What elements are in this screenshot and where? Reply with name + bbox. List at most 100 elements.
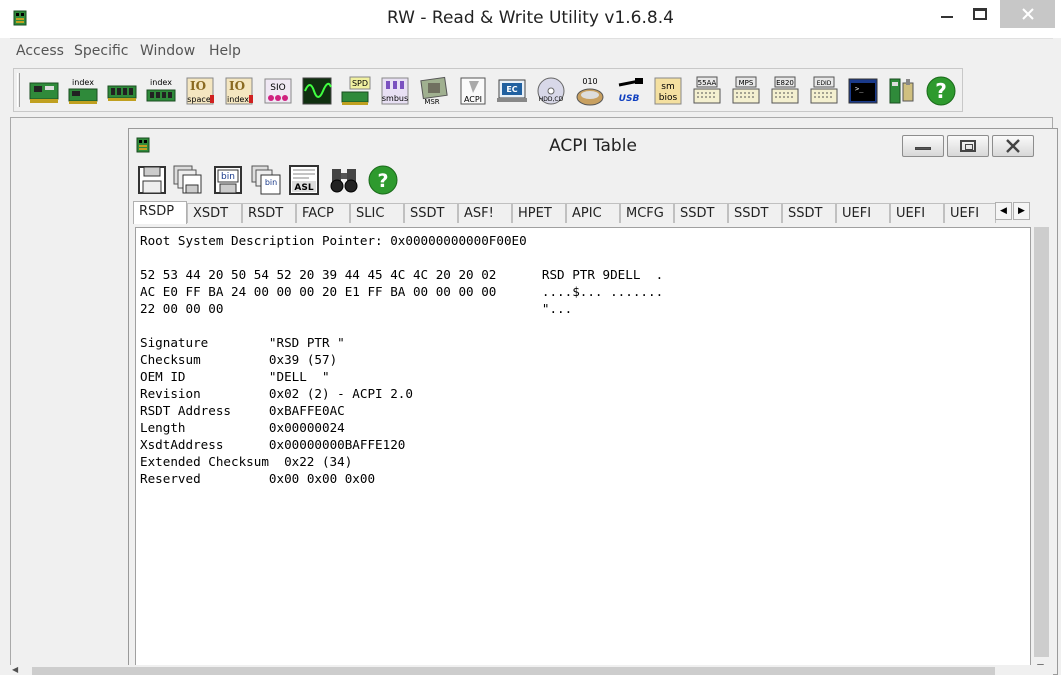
help-button[interactable]: ?	[368, 165, 398, 195]
save-icon[interactable]	[137, 165, 167, 195]
minimize-icon	[941, 16, 953, 18]
ec-icon[interactable]: EC	[496, 75, 528, 107]
edid-label: EDID	[817, 80, 832, 87]
oscilloscope-icon[interactable]	[301, 75, 333, 107]
io-index-label: index	[227, 95, 249, 104]
tab-mcfg[interactable]: MCFG	[620, 203, 674, 223]
menu-help[interactable]: Help	[209, 43, 241, 59]
minimize-icon	[915, 146, 931, 150]
acpi-restore-button[interactable]	[947, 135, 989, 157]
asl-icon[interactable]: ASL	[289, 165, 319, 195]
msr-icon[interactable]: MSR	[418, 75, 450, 107]
io-space-icon[interactable]: IO space	[184, 75, 216, 107]
tab-ssdt-2[interactable]: SSDT	[674, 203, 728, 223]
tab-rsdt[interactable]: RSDT	[242, 203, 296, 223]
title-bar: RW - Read & Write Utility v1.6.8.4	[0, 0, 1061, 38]
field-value: 0x00000000BAFFE120	[268, 437, 406, 452]
acpi-content-pane[interactable]: Root System Description Pointer: 0x00000…	[135, 227, 1031, 675]
tab-ssdt[interactable]: SSDT	[404, 203, 458, 223]
acpi-window-title-bar[interactable]: ACPI Table	[129, 129, 1057, 161]
tab-scroll-right-icon[interactable]: ▶	[1013, 202, 1030, 220]
acpi-minimize-button[interactable]	[902, 135, 944, 157]
pci-index-icon[interactable]: index	[67, 75, 99, 107]
ec-label: EC	[506, 85, 517, 94]
tab-asf[interactable]: ASF!	[458, 203, 512, 223]
tab-uefi[interactable]: UEFI	[836, 203, 890, 223]
pci-icon[interactable]	[28, 75, 60, 107]
field-label: Length	[140, 420, 269, 435]
acpi-icon[interactable]: ACPI	[457, 75, 489, 107]
spd-label: SPD	[352, 79, 368, 88]
vertical-scrollbar[interactable]: ▼	[1032, 227, 1051, 675]
tab-apic[interactable]: APIC	[566, 203, 620, 223]
edid-icon[interactable]: EDID	[808, 75, 840, 107]
field-value: 0x00 0x00 0x00	[268, 471, 376, 486]
svg-text:bios: bios	[659, 93, 678, 103]
tab-hpet[interactable]: HPET	[512, 203, 566, 223]
hex-bytes: AC E0 FF BA 24 00 00 00 20 E1 FF BA 00 0…	[140, 284, 542, 299]
sio-icon[interactable]: SIO	[262, 75, 294, 107]
field-label: XsdtAddress	[140, 437, 269, 452]
main-toolbar: index index IO space IO index SIO SPD sm…	[13, 68, 963, 112]
svg-text:>_: >_	[855, 85, 864, 93]
menu-specific[interactable]: Specific	[74, 43, 129, 59]
scroll-left-icon[interactable]: ◀	[12, 665, 18, 674]
usb-label: USB	[619, 94, 640, 104]
vertical-scroll-thumb[interactable]	[1034, 227, 1049, 657]
tab-ssdt-3[interactable]: SSDT	[728, 203, 782, 223]
restore-icon	[960, 140, 976, 152]
55aa-icon[interactable]: 55AA	[691, 75, 723, 107]
help-button[interactable]: ?	[925, 75, 957, 107]
mps-icon[interactable]: MPS	[730, 75, 762, 107]
save-all-icon[interactable]	[173, 165, 203, 195]
io-index-icon[interactable]: IO index	[223, 75, 255, 107]
spd-icon[interactable]: SPD	[340, 75, 372, 107]
save-all-bin-icon[interactable]: bin	[251, 165, 281, 195]
tab-xsdt[interactable]: XSDT	[187, 203, 242, 223]
pci-index-label: index	[72, 78, 94, 87]
field-value: "RSD PTR "	[268, 335, 345, 350]
command-prompt-icon[interactable]: >_	[847, 75, 879, 107]
rsdp-header: Root System Description Pointer: 0x00000…	[140, 233, 527, 248]
menu-window[interactable]: Window	[140, 43, 195, 59]
field-value: 0x22 (34)	[284, 454, 353, 469]
horizontal-scrollbar[interactable]: ◀	[10, 665, 1053, 675]
hex-bytes: 22 00 00 00	[140, 301, 542, 316]
toolbar-grip[interactable]	[17, 73, 20, 107]
tab-facp[interactable]: FACP	[296, 203, 350, 223]
tab-scroll-arrows: ◀ ▶	[995, 202, 1031, 220]
io-space-label: space	[187, 95, 211, 104]
acpi-tab-strip: RSDP XSDT RSDT FACP SLIC SSDT ASF! HPET …	[133, 201, 1033, 224]
tab-uefi-2[interactable]: UEFI	[890, 203, 944, 223]
field-label: Checksum	[140, 352, 269, 367]
memory-index-label: index	[150, 78, 172, 87]
maximize-button[interactable]	[958, 0, 1002, 28]
e820-label: E820	[776, 79, 794, 87]
field-value: 0x39 (57)	[268, 352, 338, 367]
close-icon	[1021, 8, 1034, 20]
usb-icon[interactable]: USB	[613, 75, 645, 107]
e820-icon[interactable]: E820	[769, 75, 801, 107]
tab-uefi-3[interactable]: UEFI	[944, 203, 996, 223]
hex-ascii: "...	[541, 301, 573, 316]
field-value: 0x02 (2) - ACPI 2.0	[268, 386, 413, 401]
horizontal-scroll-thumb[interactable]	[32, 667, 995, 675]
smbus-icon[interactable]: smbus	[379, 75, 411, 107]
hex-ascii: ....$... .......	[541, 284, 664, 299]
memory-index-icon[interactable]: index	[145, 75, 177, 107]
tab-slic[interactable]: SLIC	[350, 203, 404, 223]
hdd-cd-icon[interactable]: HDD,CD	[535, 75, 567, 107]
settings-icon[interactable]	[886, 75, 918, 107]
find-icon[interactable]	[329, 165, 359, 195]
tab-scroll-left-icon[interactable]: ◀	[995, 202, 1012, 220]
field-label: OEM ID	[140, 369, 269, 384]
tab-ssdt-4[interactable]: SSDT	[782, 203, 836, 223]
save-bin-icon[interactable]: bin	[213, 165, 243, 195]
memory-icon[interactable]	[106, 75, 138, 107]
smbios-icon[interactable]: sm bios	[652, 75, 684, 107]
disk-010-icon[interactable]: 010	[574, 75, 606, 107]
tab-rsdp[interactable]: RSDP	[133, 201, 187, 224]
menu-access[interactable]: Access	[16, 43, 64, 59]
acpi-close-button[interactable]	[992, 135, 1034, 157]
close-button[interactable]	[1000, 0, 1055, 28]
